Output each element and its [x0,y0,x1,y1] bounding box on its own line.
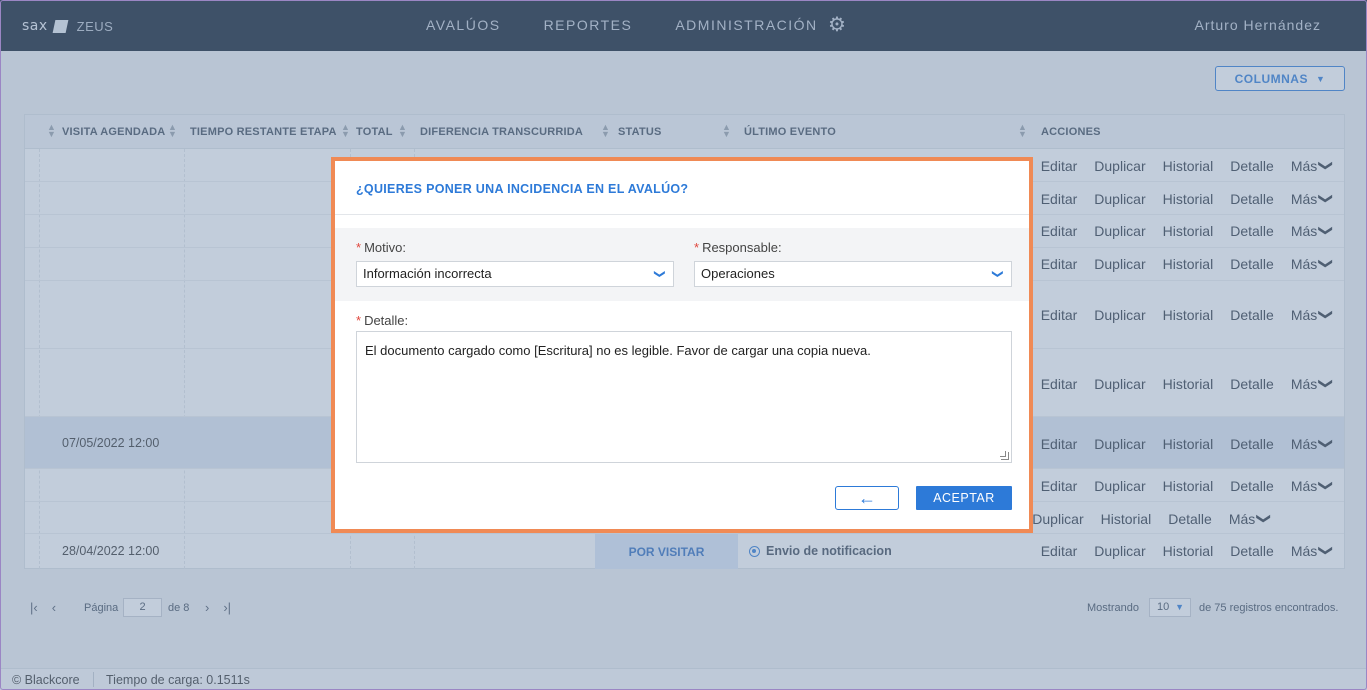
detalle-label-text: Detalle: [364,313,409,328]
chevron-down-icon: ❯ [653,269,666,279]
detalle-textarea[interactable]: El documento cargado como [Escritura] no… [356,331,1012,463]
resize-handle-icon[interactable] [1000,451,1009,460]
required-mark: * [356,240,362,255]
motivo-select[interactable]: Información incorrecta ❯ [356,261,674,287]
motivo-label-text: Motivo: [364,240,406,255]
back-button[interactable]: ← [835,486,899,510]
responsable-label: * Responsable: [694,240,782,255]
responsable-label-text: Responsable: [702,240,782,255]
detalle-value: El documento cargado como [Escritura] no… [365,343,871,358]
motivo-label: * Motivo: [356,240,406,255]
accept-button[interactable]: ACEPTAR [916,486,1012,510]
modal-divider [335,214,1029,215]
motivo-value: Información incorrecta [363,266,492,281]
arrow-left-icon: ← [858,488,876,508]
detalle-label: * Detalle: [356,313,408,328]
responsable-value: Operaciones [701,266,775,281]
modal-title: ¿QUIERES PONER UNA INCIDENCIA EN EL AVAL… [356,182,689,196]
chevron-down-icon: ❯ [991,269,1004,279]
required-mark: * [356,313,362,328]
required-mark: * [694,240,700,255]
responsable-select[interactable]: Operaciones ❯ [694,261,1012,287]
incidencia-modal: ¿QUIERES PONER UNA INCIDENCIA EN EL AVAL… [331,157,1033,533]
